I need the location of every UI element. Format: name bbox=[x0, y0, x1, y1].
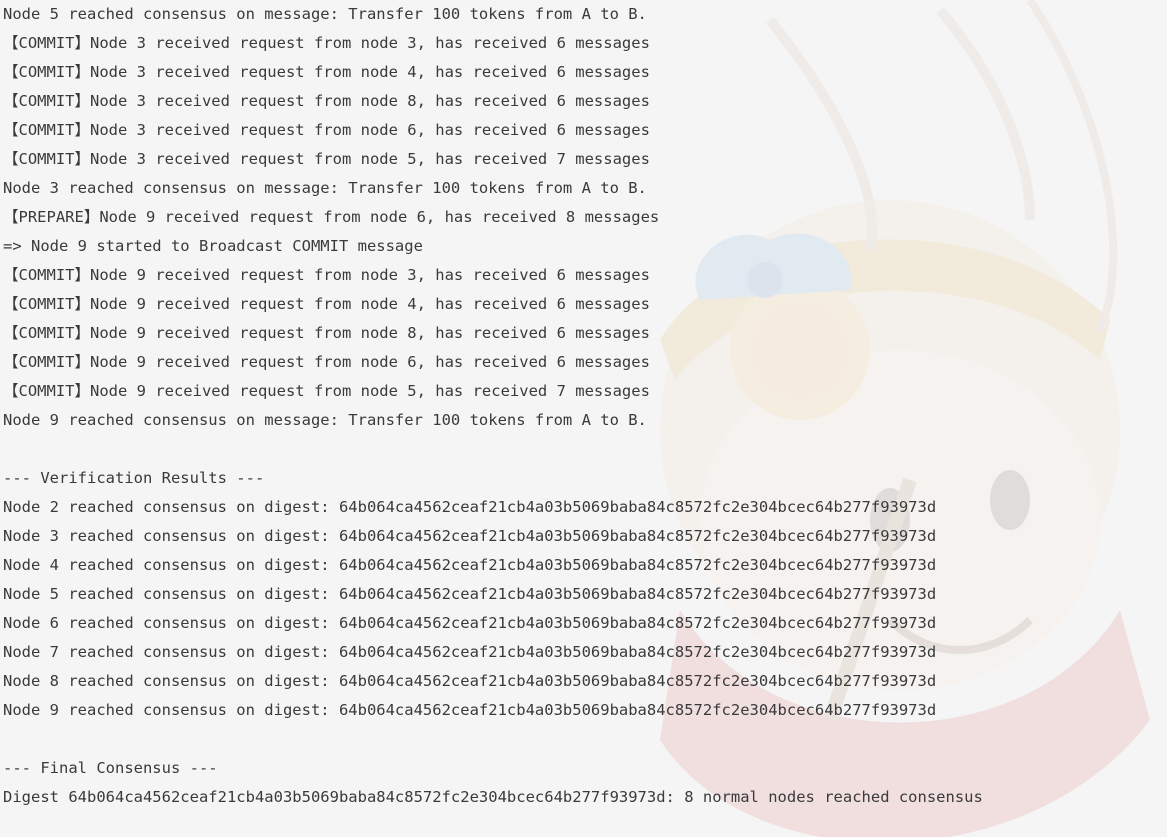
digest-consensus-line: Node 2 reached consensus on digest: 64b0… bbox=[3, 498, 937, 516]
section-header: --- Final Consensus --- bbox=[3, 759, 218, 777]
commit-log-line: 【COMMIT】Node 9 received request from nod… bbox=[3, 266, 650, 284]
digest-consensus-line: Node 9 reached consensus on digest: 64b0… bbox=[3, 701, 937, 719]
commit-log-line: 【COMMIT】Node 3 received request from nod… bbox=[3, 34, 650, 52]
log-line: Node 3 reached consensus on message: Tra… bbox=[3, 179, 647, 197]
commit-log-line: 【COMMIT】Node 9 received request from nod… bbox=[3, 353, 650, 371]
commit-log-line: 【COMMIT】Node 3 received request from nod… bbox=[3, 92, 650, 110]
log-line: Node 5 reached consensus on message: Tra… bbox=[3, 5, 647, 23]
prepare-log-line: 【PREPARE】Node 9 received request from no… bbox=[3, 208, 660, 226]
commit-log-line: 【COMMIT】Node 9 received request from nod… bbox=[3, 295, 650, 313]
commit-log-line: 【COMMIT】Node 3 received request from nod… bbox=[3, 121, 650, 139]
digest-consensus-line: Node 8 reached consensus on digest: 64b0… bbox=[3, 672, 937, 690]
console-log: Node 5 reached consensus on message: Tra… bbox=[3, 0, 1167, 812]
commit-log-line: 【COMMIT】Node 3 received request from nod… bbox=[3, 150, 650, 168]
digest-consensus-line: Node 7 reached consensus on digest: 64b0… bbox=[3, 643, 937, 661]
commit-log-line: 【COMMIT】Node 3 received request from nod… bbox=[3, 63, 650, 81]
digest-consensus-line: Node 6 reached consensus on digest: 64b0… bbox=[3, 614, 937, 632]
digest-consensus-line: Node 5 reached consensus on digest: 64b0… bbox=[3, 585, 937, 603]
final-consensus-line: Digest 64b064ca4562ceaf21cb4a03b5069baba… bbox=[3, 788, 983, 806]
log-line: Node 9 reached consensus on message: Tra… bbox=[3, 411, 647, 429]
terminal-output: Node 5 reached consensus on message: Tra… bbox=[0, 0, 1167, 837]
commit-log-line: 【COMMIT】Node 9 received request from nod… bbox=[3, 324, 650, 342]
section-header: --- Verification Results --- bbox=[3, 469, 265, 487]
commit-log-line: 【COMMIT】Node 9 received request from nod… bbox=[3, 382, 650, 400]
digest-consensus-line: Node 3 reached consensus on digest: 64b0… bbox=[3, 527, 937, 545]
digest-consensus-line: Node 4 reached consensus on digest: 64b0… bbox=[3, 556, 937, 574]
broadcast-log-line: => Node 9 started to Broadcast COMMIT me… bbox=[3, 237, 423, 255]
